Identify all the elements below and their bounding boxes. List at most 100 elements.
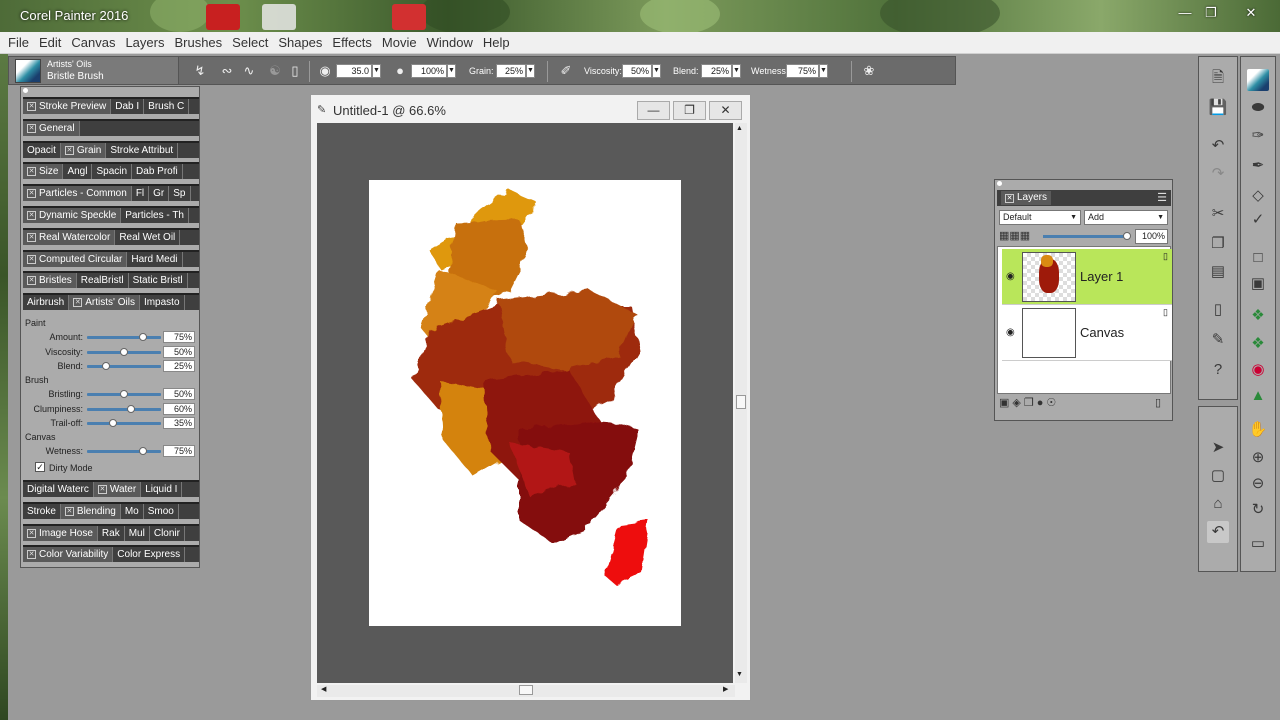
close-tab-icon[interactable]: ✕ (27, 528, 36, 538)
viscosity-slider[interactable] (87, 348, 161, 356)
close-tab-icon[interactable]: ✕ (27, 211, 36, 220)
vertical-scroll-thumb[interactable] (736, 395, 746, 409)
grabber-hand-icon[interactable]: ✋ (1247, 419, 1269, 441)
panel-tab[interactable]: Airbrush (23, 295, 70, 311)
panel-tab[interactable]: Stroke Attribut (106, 142, 179, 158)
clumpiness-slider-knob[interactable] (127, 405, 136, 413)
layer-opacity-slider[interactable] (1043, 232, 1131, 240)
panel-tab[interactable]: Dab I (111, 99, 145, 114)
panel-tab[interactable]: Sp (169, 186, 191, 202)
stamp-icon[interactable]: ▲ (1247, 385, 1269, 407)
panel-tab[interactable]: Impasto (140, 295, 185, 311)
trailoff-field[interactable]: 35% (163, 417, 195, 429)
blend-slider-knob[interactable] (101, 362, 110, 370)
visibility-eye-icon[interactable]: ◉ (1006, 271, 1018, 282)
eraser-tool-icon[interactable]: ✓ (1247, 209, 1269, 231)
panel-tab[interactable]: RealBristl (77, 273, 129, 289)
taskbar-document-icon[interactable] (262, 4, 296, 30)
stroke-type-icon[interactable]: ▯ (287, 63, 303, 79)
wetness-slider[interactable] (87, 447, 161, 455)
redo-icon[interactable]: ↷ (1207, 163, 1229, 185)
wetness-field[interactable]: 75% (163, 445, 195, 457)
close-tab-icon[interactable]: ✕ (64, 506, 74, 516)
new-document-icon[interactable]: 🗎 (1207, 67, 1229, 89)
taskbar-filezilla-icon[interactable] (206, 4, 240, 30)
panel-tab[interactable]: ✕ Water (93, 482, 142, 497)
opacity-dropdown[interactable]: ▼ (447, 64, 456, 78)
panel-menu-icon[interactable]: ☰ (1157, 191, 1167, 204)
menu-select[interactable]: Select (227, 35, 273, 50)
crop-icon[interactable]: ⌂ (1207, 493, 1229, 515)
viscosity-slider-knob[interactable] (120, 348, 128, 356)
menu-movie[interactable]: Movie (377, 35, 422, 50)
straight-line-icon[interactable]: ∿ (241, 63, 257, 79)
maximize-icon[interactable]: ❐ (1198, 4, 1224, 22)
freehand-stroke-icon[interactable]: ∾ (219, 63, 235, 79)
close-tab-icon[interactable]: ✕ (27, 232, 36, 242)
eraser-icon[interactable]: ▯ (1207, 299, 1229, 321)
panel-tab[interactable]: ✕ Stroke Preview (23, 99, 112, 114)
panel-tab[interactable]: Color Express (113, 547, 186, 563)
wetness-field[interactable]: 75% (786, 64, 819, 78)
menu-window[interactable]: Window (422, 35, 478, 50)
close-tab-icon[interactable]: ✕ (97, 485, 107, 494)
rect-selection-icon[interactable]: □ (1247, 247, 1269, 269)
panel-tab[interactable]: Static Bristl (129, 273, 188, 289)
panel-tab[interactable]: Brush C (144, 99, 190, 114)
panel-tab[interactable]: Dab Profi (132, 164, 183, 180)
brush-ghost-icon[interactable]: ☯ (267, 63, 283, 79)
composite-depth-select[interactable]: Add ▼ (1084, 210, 1168, 225)
blend-slider[interactable] (87, 362, 161, 370)
amount-slider-knob[interactable] (138, 333, 147, 341)
menu-layers[interactable]: Layers (120, 35, 169, 50)
panel-grip[interactable] (23, 88, 28, 93)
brush-settings-icon[interactable]: ❀ (861, 63, 877, 79)
panel-tab[interactable]: ✕ Color Variability (23, 547, 114, 563)
panel-tab[interactable]: Hard Medi (127, 251, 183, 267)
close-tab-icon[interactable]: ✕ (27, 276, 36, 286)
layer-row-layer-1[interactable]: ◉ Layer 1 ▯ (1002, 249, 1172, 305)
paste-icon[interactable]: ▤ (1207, 261, 1229, 283)
lasso-icon[interactable]: ▣ (1247, 273, 1269, 295)
layer-row-canvas[interactable]: ◉ Canvas ▯ (1002, 305, 1172, 361)
panel-tab[interactable]: ✕ Particles - Common (23, 186, 132, 202)
bristling-slider[interactable] (87, 390, 161, 398)
layer-opacity-field[interactable]: 100% (1135, 229, 1168, 244)
cut-icon[interactable]: ✂ (1207, 203, 1229, 225)
menu-canvas[interactable]: Canvas (66, 35, 120, 50)
lock-options-icon[interactable]: ▦▦▦ (999, 229, 1030, 242)
panel-tab[interactable]: Rak (98, 525, 125, 541)
delete-layer-icon[interactable]: ▯ (1155, 396, 1161, 409)
layer-commands-icon[interactable]: ▣◈❐●☉ (999, 396, 1059, 409)
horizontal-scrollbar[interactable]: ◀ ▶ (317, 685, 735, 697)
panel-tab[interactable]: Digital Waterc (23, 482, 94, 497)
close-icon[interactable]: ✕ (1238, 4, 1264, 22)
brush-tracking-icon[interactable]: ✎ (1207, 329, 1229, 351)
close-tab-icon[interactable]: ✕ (64, 145, 74, 155)
close-tab-icon[interactable]: ✕ (27, 254, 36, 264)
wetness-slider-knob[interactable] (138, 447, 147, 455)
close-tab-icon[interactable]: ✕ (73, 298, 83, 308)
menu-file[interactable]: File (3, 35, 34, 50)
clumpiness-slider[interactable] (87, 405, 161, 413)
panel-tab[interactable]: ✕ Artists' Oils (69, 295, 140, 311)
menu-shapes[interactable]: Shapes (273, 35, 327, 50)
blend-dropdown[interactable]: ▼ (732, 64, 741, 78)
panel-tab[interactable]: Mul (125, 525, 150, 541)
tab-layers[interactable]: ✕ Layers (1001, 191, 1052, 205)
opacity-field[interactable]: 100% (411, 64, 447, 78)
brush-tool-icon[interactable] (1247, 69, 1269, 91)
close-tab-icon[interactable]: ✕ (27, 123, 36, 133)
grain-field[interactable]: 25% (496, 64, 526, 78)
panel-tab[interactable]: Gr (149, 186, 170, 202)
bristling-slider-knob[interactable] (120, 390, 128, 398)
color-wheel-icon[interactable]: ◉ (1247, 359, 1269, 381)
panel-tab[interactable]: Liquid I (141, 482, 183, 497)
save-icon[interactable]: 💾 (1207, 97, 1229, 119)
size-dropdown[interactable]: ▼ (372, 64, 381, 78)
close-tab-icon[interactable]: ✕ (27, 102, 36, 111)
canvas-workspace[interactable] (317, 123, 733, 683)
trailoff-slider[interactable] (87, 419, 161, 427)
panel-tab[interactable]: Smoo (144, 503, 179, 519)
panel-tab[interactable]: ✕ General (23, 120, 80, 136)
